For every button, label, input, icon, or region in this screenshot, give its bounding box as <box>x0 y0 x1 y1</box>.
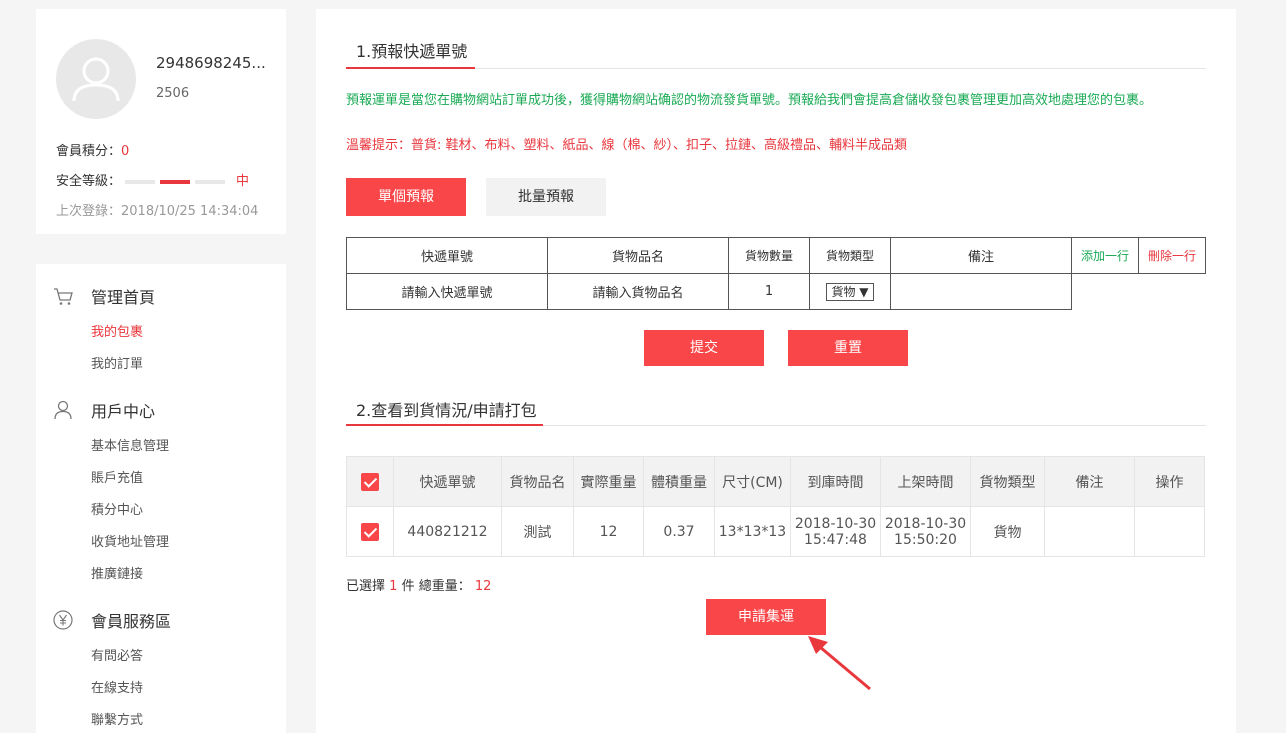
menu-section-title: 管理首頁 <box>91 288 156 307</box>
user-id: 2506 <box>156 86 190 101</box>
warm-tip: 溫馨提示：普貨: 鞋材、布料、塑料、紙品、線（棉、紗）、扣子、拉鏈、高級禮品、輔… <box>346 138 908 153</box>
delete-row-link[interactable]: 刪除一行 <box>1138 237 1206 274</box>
user-avatar-icon <box>72 57 120 102</box>
column-header: 尺寸(CM) <box>714 456 791 507</box>
sidebar-item-referral[interactable]: 推廣鏈接 <box>91 563 143 582</box>
sidebar-menu: 管理首頁 我的包裹 我的訂單 用戶中心 基本信息管理 賬戶充值 積分中心 收貨地… <box>36 264 286 733</box>
user-icon <box>54 400 72 420</box>
row-checkbox[interactable] <box>361 522 379 541</box>
username: 2948698245... <box>156 54 266 72</box>
sidebar-item-my-orders[interactable]: 我的訂單 <box>91 353 143 372</box>
column-header: 貨物數量 <box>728 237 810 274</box>
forecast-table: 快遞單號 貨物品名 貨物數量 貨物類型 備注 添加一行 刪除一行 請輸入快遞單號… <box>346 237 1206 310</box>
size-cell: 13*13*13 <box>714 506 791 557</box>
points-value: 0 <box>121 144 130 159</box>
column-header: 貨物類型 <box>970 456 1045 507</box>
action-cell[interactable] <box>1134 506 1205 557</box>
goods-type-cell: 貨物 ▼ <box>809 273 891 310</box>
shelf-time-cell: 2018-10-30 15:50:20 <box>880 506 971 557</box>
sidebar-item-address[interactable]: 收貨地址管理 <box>91 531 169 550</box>
table-header-row: 快遞單號 貨物品名 實際重量 體積重量 尺寸(CM) 到庫時間 上架時間 貨物類… <box>346 456 1205 507</box>
goods-type-cell: 貨物 <box>970 506 1045 557</box>
column-header: 貨物品名 <box>501 456 574 507</box>
safety-row: 安全等級： 中 <box>56 170 249 189</box>
goods-type-value: 貨物 <box>831 284 856 299</box>
summary-mid: 件 總重量： <box>401 579 471 594</box>
tracking-number-cell: 440821212 <box>393 506 502 557</box>
quantity-input[interactable]: 1 <box>728 273 810 310</box>
column-header: 操作 <box>1134 456 1205 507</box>
profile-card: 2948698245... 2506 會員積分：0 安全等級： 中 上次登錄：20… <box>36 9 286 234</box>
reset-button[interactable]: 重置 <box>788 330 908 366</box>
sidebar-item-points-center[interactable]: 積分中心 <box>91 499 143 518</box>
goods-name-cell: 測試 <box>501 506 574 557</box>
sidebar-item-contact[interactable]: 聯繫方式 <box>91 709 143 728</box>
points-row: 會員積分：0 <box>56 140 129 159</box>
sidebar-item-basic-info[interactable]: 基本信息管理 <box>91 435 169 454</box>
remark-cell <box>1044 506 1135 557</box>
volume-weight-cell: 0.37 <box>643 506 715 557</box>
section-title-arrivals: 2.查看到貨情況/申請打包 <box>356 401 537 420</box>
table-row[interactable]: 440821212 測試 12 0.37 13*13*13 2018-10-30… <box>346 506 1205 557</box>
tracking-number-input[interactable]: 請輸入快遞單號 <box>346 273 548 310</box>
yen-icon <box>53 610 73 630</box>
add-row-link[interactable]: 添加一行 <box>1071 237 1139 274</box>
column-header: 貨物品名 <box>547 237 729 274</box>
column-header: 上架時間 <box>880 456 971 507</box>
section-title-underline <box>346 424 543 426</box>
menu-section-title: 會員服務區 <box>91 612 172 631</box>
pointer-arrow-icon <box>808 636 871 691</box>
summary-prefix: 已選擇 <box>346 579 386 594</box>
goods-name-input[interactable]: 請輸入貨物品名 <box>547 273 729 310</box>
safety-level-bar <box>125 174 230 189</box>
points-label: 會員積分： <box>56 144 122 159</box>
arrival-date: 2018-10-30 <box>794 515 877 532</box>
sidebar-item-online-support[interactable]: 在線支持 <box>91 677 143 696</box>
column-header: 備注 <box>890 237 1072 274</box>
actual-weight-cell: 12 <box>573 506 644 557</box>
row-select-cell <box>346 506 394 557</box>
tab-batch-forecast[interactable]: 批量預報 <box>486 178 606 216</box>
arrival-time: 15:47:48 <box>804 531 867 548</box>
column-header: 快遞單號 <box>393 456 502 507</box>
selection-summary: 已選擇 1 件 總重量： 12 <box>346 575 491 594</box>
column-header: 到庫時間 <box>790 456 881 507</box>
select-all-cell <box>346 456 394 507</box>
section-divider <box>346 68 1206 69</box>
column-header: 實際重量 <box>573 456 644 507</box>
shelf-date: 2018-10-30 <box>884 515 967 532</box>
safety-level-text: 中 <box>236 174 250 189</box>
arrivals-table: 快遞單號 貨物品名 實際重量 體積重量 尺寸(CM) 到庫時間 上架時間 貨物類… <box>346 456 1205 557</box>
sidebar-item-recharge[interactable]: 賬戶充值 <box>91 467 143 486</box>
selected-count: 1 <box>389 579 398 594</box>
forecast-notice: 預報運單是當您在購物網站訂單成功後，獲得購物網站确認的物流發貨單號。預報給我們會… <box>346 93 1153 108</box>
sidebar-item-my-packages[interactable]: 我的包裹 <box>91 321 143 340</box>
cart-icon <box>54 288 73 305</box>
column-header: 備注 <box>1044 456 1135 507</box>
tab-single-forecast[interactable]: 單個預報 <box>346 178 466 216</box>
avatar[interactable] <box>56 39 136 119</box>
goods-type-select[interactable]: 貨物 ▼ <box>826 282 874 301</box>
total-weight: 12 <box>474 579 492 594</box>
select-all-checkbox[interactable] <box>361 472 379 491</box>
submit-button[interactable]: 提交 <box>644 330 764 366</box>
last-login: 上次登錄：2018/10/25 14:34:04 <box>56 204 259 219</box>
apply-consolidation-button[interactable]: 申請集運 <box>706 599 826 635</box>
column-header: 體積重量 <box>643 456 715 507</box>
column-header: 貨物類型 <box>809 237 891 274</box>
section-title-underline <box>346 67 475 69</box>
main-panel: 1.預報快遞單號 預報運單是當您在購物網站訂單成功後，獲得購物網站确認的物流發貨… <box>316 9 1236 733</box>
arrival-time-cell: 2018-10-30 15:47:48 <box>790 506 881 557</box>
sidebar-item-faq[interactable]: 有問必答 <box>91 645 143 664</box>
menu-section-title: 用戶中心 <box>91 402 156 421</box>
shelf-time: 15:50:20 <box>894 531 957 548</box>
dropdown-arrow-icon: ▼ <box>859 284 869 299</box>
section-title-forecast: 1.預報快遞單號 <box>356 42 468 61</box>
remark-input[interactable] <box>890 273 1072 310</box>
safety-label: 安全等級： <box>56 174 122 189</box>
column-header: 快遞單號 <box>346 237 548 274</box>
